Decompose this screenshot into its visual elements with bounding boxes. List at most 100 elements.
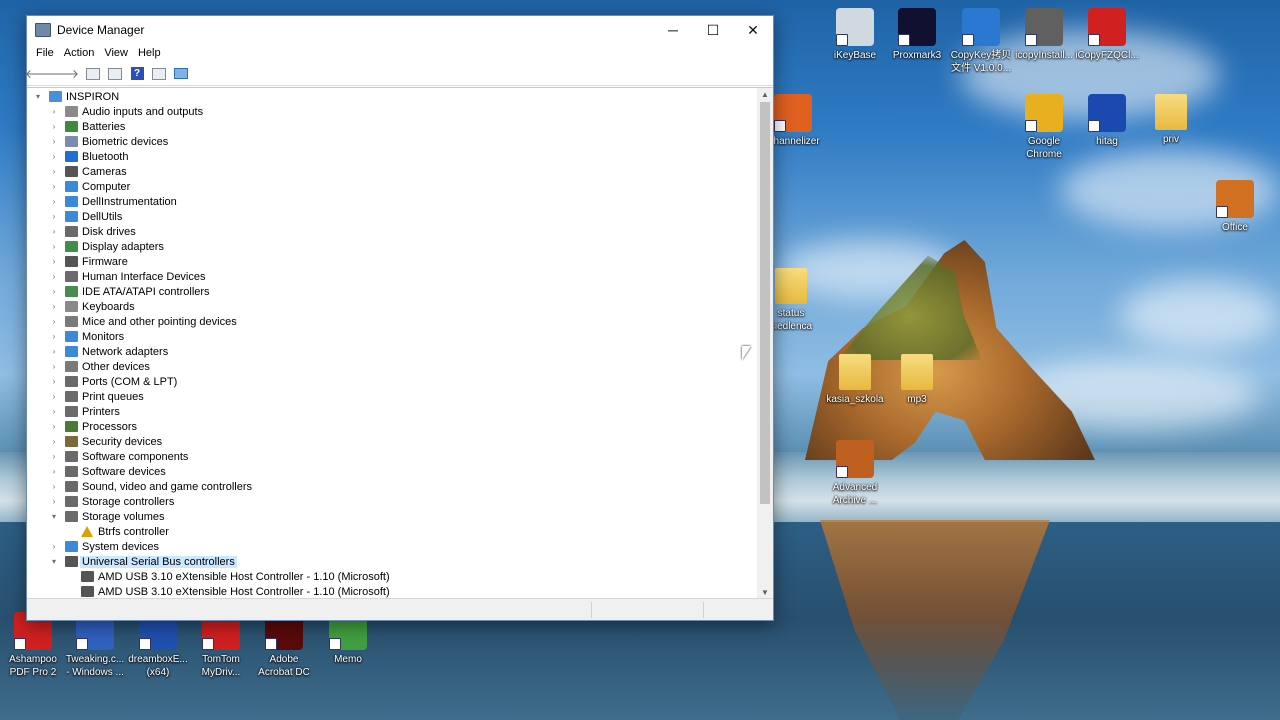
- tree-device-item[interactable]: AMD USB 3.10 eXtensible Host Controller …: [27, 569, 757, 584]
- tree-category-item[interactable]: › Ports (COM & LPT): [27, 374, 757, 389]
- desktop-icon-13[interactable]: Advanced Archive ...: [822, 440, 888, 507]
- title-bar[interactable]: Device Manager ─ ☐ ✕: [27, 16, 773, 44]
- collapsed-chevron-icon[interactable]: ›: [49, 437, 59, 446]
- menu-view[interactable]: View: [99, 47, 133, 59]
- tree-category-item[interactable]: › DellInstrumentation: [27, 194, 757, 209]
- collapsed-chevron-icon[interactable]: ›: [49, 287, 59, 296]
- desktop-icon-9[interactable]: Office: [1202, 180, 1268, 234]
- tree-category-item[interactable]: › Batteries: [27, 119, 757, 134]
- tree-category-item[interactable]: › Keyboards: [27, 299, 757, 314]
- collapsed-chevron-icon[interactable]: ›: [49, 137, 59, 146]
- collapsed-chevron-icon[interactable]: ›: [49, 212, 59, 221]
- collapsed-chevron-icon[interactable]: ›: [49, 377, 59, 386]
- collapsed-chevron-icon[interactable]: ›: [49, 272, 59, 281]
- tree-category-item[interactable]: › Network adapters: [27, 344, 757, 359]
- tree-category-item[interactable]: ▾ Storage volumes: [27, 509, 757, 524]
- desktop-icon-7[interactable]: hitag: [1074, 94, 1140, 148]
- collapsed-chevron-icon[interactable]: ›: [49, 407, 59, 416]
- collapsed-chevron-icon[interactable]: ›: [49, 197, 59, 206]
- collapsed-chevron-icon[interactable]: ›: [49, 107, 59, 116]
- desktop-icon-6[interactable]: Google Chrome: [1011, 94, 1077, 161]
- collapsed-chevron-icon[interactable]: ›: [49, 542, 59, 551]
- tree-device-item[interactable]: Btrfs controller: [27, 524, 757, 539]
- collapsed-chevron-icon[interactable]: ›: [49, 392, 59, 401]
- tree-category-item[interactable]: › Display adapters: [27, 239, 757, 254]
- tree-category-item[interactable]: › Biometric devices: [27, 134, 757, 149]
- collapsed-chevron-icon[interactable]: ›: [49, 302, 59, 311]
- menu-action[interactable]: Action: [59, 47, 100, 59]
- tree-category-item[interactable]: › Other devices: [27, 359, 757, 374]
- tree-category-item[interactable]: ▾ Universal Serial Bus controllers: [27, 554, 757, 569]
- monitor-icon[interactable]: [171, 65, 191, 83]
- tree-category-item[interactable]: › Print queues: [27, 389, 757, 404]
- tree-root-inspiron[interactable]: ▾ INSPIRON: [27, 89, 757, 104]
- tree-category-item[interactable]: › Printers: [27, 404, 757, 419]
- tree-category-item[interactable]: › Firmware: [27, 254, 757, 269]
- desktop-icon-8[interactable]: priv: [1138, 94, 1204, 146]
- collapsed-chevron-icon[interactable]: ›: [49, 362, 59, 371]
- tree-category-item[interactable]: › Human Interface Devices: [27, 269, 757, 284]
- collapsed-chevron-icon[interactable]: ›: [49, 467, 59, 476]
- help-icon[interactable]: ?: [127, 65, 147, 83]
- scroll-thumb[interactable]: [760, 102, 770, 504]
- forward-icon[interactable]: 🡒: [47, 65, 79, 83]
- collapsed-chevron-icon[interactable]: ›: [49, 122, 59, 131]
- properties-icon[interactable]: [83, 65, 103, 83]
- desktop-icon-16[interactable]: dreamboxE... (x64): [125, 612, 191, 679]
- battery-icon: [65, 121, 78, 132]
- collapsed-chevron-icon[interactable]: ›: [49, 182, 59, 191]
- tree-category-item[interactable]: › IDE ATA/ATAPI controllers: [27, 284, 757, 299]
- collapsed-chevron-icon[interactable]: ›: [49, 167, 59, 176]
- tree-category-item[interactable]: › Audio inputs and outputs: [27, 104, 757, 119]
- collapsed-chevron-icon[interactable]: ›: [49, 257, 59, 266]
- desktop-icon-11[interactable]: kasia_szkola: [822, 354, 888, 406]
- menu-help[interactable]: Help: [133, 47, 166, 59]
- expanded-chevron-icon[interactable]: ▾: [49, 512, 59, 521]
- tree-category-item[interactable]: › Mice and other pointing devices: [27, 314, 757, 329]
- show-hidden-icon[interactable]: [149, 65, 169, 83]
- tree-category-item[interactable]: › Security devices: [27, 434, 757, 449]
- collapsed-chevron-icon[interactable]: ›: [49, 497, 59, 506]
- collapsed-chevron-icon[interactable]: ›: [49, 317, 59, 326]
- scroll-up-icon[interactable]: ▲: [757, 88, 773, 102]
- desktop-icon-0[interactable]: iKeyBase: [822, 8, 888, 62]
- vertical-scrollbar[interactable]: ▲ ▼: [757, 88, 773, 599]
- tree-category-item[interactable]: › Bluetooth: [27, 149, 757, 164]
- tree-category-item[interactable]: › Monitors: [27, 329, 757, 344]
- minimize-button[interactable]: ─: [653, 16, 693, 44]
- desktop-icon-2[interactable]: CopyKey拷贝 文件 V1.0.0...: [948, 8, 1014, 75]
- collapsed-chevron-icon[interactable]: ›: [49, 452, 59, 461]
- collapsed-chevron-icon[interactable]: ›: [49, 242, 59, 251]
- desktop-icon-15[interactable]: Tweaking.c... - Windows ...: [62, 612, 128, 679]
- tree-device-item[interactable]: AMD USB 3.10 eXtensible Host Controller …: [27, 584, 757, 599]
- tree-category-item[interactable]: › DellUtils: [27, 209, 757, 224]
- tree-category-item[interactable]: › Software devices: [27, 464, 757, 479]
- tree-category-item[interactable]: › Sound, video and game controllers: [27, 479, 757, 494]
- tree-category-item[interactable]: › Cameras: [27, 164, 757, 179]
- collapsed-chevron-icon[interactable]: ›: [49, 347, 59, 356]
- expanded-chevron-icon[interactable]: ▾: [33, 92, 43, 101]
- maximize-button[interactable]: ☐: [693, 16, 733, 44]
- desktop-icon-14[interactable]: Ashampoo PDF Pro 2: [0, 612, 66, 679]
- collapsed-chevron-icon[interactable]: ›: [49, 227, 59, 236]
- tree-category-item[interactable]: › Software components: [27, 449, 757, 464]
- desktop-icon-3[interactable]: icopyInstall...: [1011, 8, 1077, 62]
- desktop-icon-4[interactable]: iCopyFZQCl...: [1074, 8, 1140, 62]
- tree-category-item[interactable]: › Processors: [27, 419, 757, 434]
- tree-category-item[interactable]: › Storage controllers: [27, 494, 757, 509]
- tree-category-item[interactable]: › Disk drives: [27, 224, 757, 239]
- tree-category-item[interactable]: › System devices: [27, 539, 757, 554]
- update-driver-icon[interactable]: [105, 65, 125, 83]
- expanded-chevron-icon[interactable]: ▾: [49, 557, 59, 566]
- collapsed-chevron-icon[interactable]: ›: [49, 332, 59, 341]
- desktop-icon-12[interactable]: mp3: [884, 354, 950, 406]
- menu-file[interactable]: File: [31, 47, 59, 59]
- desktop-icon-18[interactable]: Adobe Acrobat DC: [251, 612, 317, 679]
- collapsed-chevron-icon[interactable]: ›: [49, 422, 59, 431]
- desktop-icon-17[interactable]: TomTom MyDriv...: [188, 612, 254, 679]
- desktop-icon-1[interactable]: Proxmark3: [884, 8, 950, 62]
- collapsed-chevron-icon[interactable]: ›: [49, 482, 59, 491]
- tree-category-item[interactable]: › Computer: [27, 179, 757, 194]
- collapsed-chevron-icon[interactable]: ›: [49, 152, 59, 161]
- close-button[interactable]: ✕: [733, 16, 773, 44]
